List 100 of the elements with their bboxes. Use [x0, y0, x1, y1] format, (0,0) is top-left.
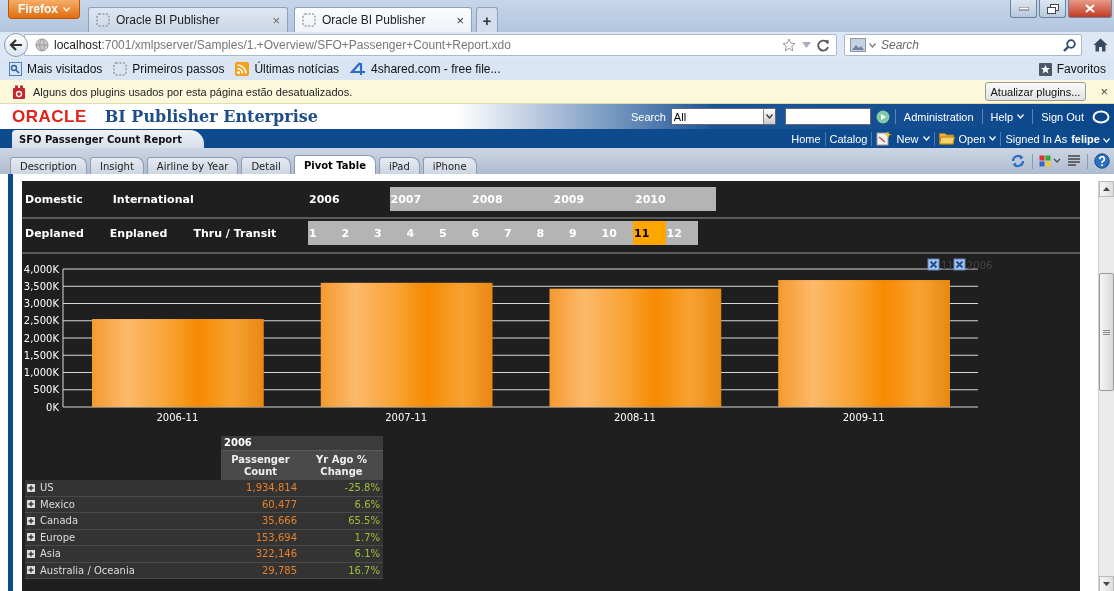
nav-link[interactable]: Catalog [829, 132, 868, 145]
caret-icon [989, 136, 997, 141]
restore-button[interactable] [1039, 0, 1066, 18]
go-icon[interactable] [875, 109, 890, 124]
search-input[interactable] [784, 108, 871, 125]
oracle-ring-icon [1092, 109, 1110, 124]
report-tab[interactable]: Pivot Table [293, 155, 376, 174]
report-tab[interactable]: Airline by Year [146, 157, 239, 174]
nav-link[interactable]: Open [938, 132, 997, 145]
expand-icon[interactable] [27, 500, 35, 509]
filter-link[interactable]: Enplaned [109, 226, 168, 240]
update-plugins-button[interactable]: Atualizar plugins... [984, 82, 1087, 101]
axis-label: 3,500K [23, 280, 59, 292]
expand-icon[interactable] [27, 549, 35, 558]
search-field[interactable]: Search [844, 34, 1082, 56]
column-header: Passenger Count [221, 450, 300, 480]
report-tab[interactable]: Detail [241, 157, 291, 174]
page-icon [96, 13, 110, 27]
legend-toggle-icon[interactable] [927, 258, 940, 271]
expand-icon[interactable] [27, 566, 35, 575]
refresh-icon[interactable] [1010, 153, 1026, 169]
axis-label: 1,000K [23, 367, 59, 378]
legend-toggle-icon[interactable] [953, 258, 966, 271]
category-label: 2007-11 [385, 412, 427, 423]
close-tab-button[interactable]: × [456, 12, 464, 28]
new-tab-button[interactable]: + [476, 7, 498, 32]
report-tab[interactable]: iPad [378, 157, 420, 174]
nav-link[interactable]: New [876, 131, 930, 146]
home-icon[interactable] [1093, 38, 1108, 52]
favorites-link[interactable]: Favoritos [1056, 62, 1106, 76]
bookmark-link[interactable]: Primeiros passos [132, 62, 225, 76]
site-icon [350, 62, 367, 76]
caret-icon [1017, 114, 1025, 119]
close-window-button[interactable] [1068, 0, 1112, 18]
row-header: Europe [40, 531, 76, 543]
user-menu[interactable]: felipe [1071, 132, 1110, 145]
month-filter[interactable]: 11 [633, 221, 666, 245]
caret-icon [1103, 137, 1110, 143]
table-cell: 35,666 [221, 513, 300, 530]
expand-icon[interactable] [27, 533, 35, 542]
scrollbar-thumb[interactable] [1099, 273, 1114, 391]
bookmark-link[interactable]: Mais visitados [27, 62, 103, 76]
caret-icon [869, 42, 876, 48]
filter-link[interactable]: Thru / Transit [193, 226, 277, 240]
axis-label: 2,000K [23, 332, 59, 344]
table-cell: 1,934,814 [221, 480, 300, 497]
search-icon[interactable] [1063, 38, 1076, 52]
search-scope-select[interactable]: All [670, 108, 776, 125]
close-tab-button[interactable]: × [272, 12, 280, 28]
signed-in-label: Signed In As [1005, 132, 1068, 145]
browser-tab[interactable]: Oracle BI Publisher × [294, 7, 472, 32]
axis-label: 1,500K [23, 349, 59, 361]
url-text: localhost:7001/xmlpserver/Samples/1.+Overview/SFO+Passenger+Count+Report.xdo [54, 38, 511, 52]
url-field[interactable]: localhost:7001/xmlpserver/Samples/1.+Overview/SFO+Passenger+Count+Report.xdo [24, 34, 837, 56]
row-header: US [40, 482, 54, 494]
scroll-down-button[interactable] [1099, 576, 1114, 591]
axis-label: 0K [46, 401, 59, 413]
down-arrow-icon [1103, 582, 1110, 586]
search-label: Search [631, 110, 666, 123]
column-header: Yr Ago % Change [300, 450, 383, 480]
bookmark-star-icon[interactable] [782, 38, 796, 52]
close-button[interactable]: × [1100, 84, 1108, 99]
caret-icon [765, 114, 773, 119]
back-arrow-icon [9, 39, 23, 51]
report-tab[interactable]: iPhone [422, 157, 477, 174]
filter-link[interactable]: International [112, 192, 194, 206]
row-header: Australia / Oceania [40, 564, 135, 576]
row-header: Asia [40, 548, 61, 560]
filter-link[interactable]: Deplaned [25, 226, 84, 240]
year-filter[interactable]: 2006 [308, 187, 390, 211]
expand-icon[interactable] [27, 516, 35, 525]
table-cell: 65.5% [300, 513, 383, 530]
header-link[interactable]: Administration [900, 110, 977, 123]
report-title-tab[interactable]: SFO Passenger Count Report [12, 130, 204, 148]
bookmark-link[interactable]: 4shared.com - free file... [371, 62, 501, 76]
report-tab[interactable]: Insight [89, 157, 144, 174]
axis-label: 4,000K [23, 263, 59, 275]
list-icon[interactable] [1067, 154, 1081, 168]
column-group-header: 2006 [221, 436, 383, 450]
view-options-icon[interactable] [1039, 153, 1061, 169]
expand-icon[interactable] [27, 483, 35, 492]
scroll-up-button[interactable] [1099, 181, 1114, 197]
restore-icon [1046, 3, 1059, 14]
nav-link[interactable]: Home [791, 132, 821, 145]
filter-link[interactable]: Domestic [25, 192, 83, 206]
browser-tab[interactable]: Oracle BI Publisher × [88, 7, 288, 32]
header-link[interactable]: Help [987, 110, 1028, 123]
bookmark-link[interactable]: Últimas notícias [254, 62, 340, 76]
search-input[interactable]: Search [879, 37, 1060, 53]
help-icon[interactable] [1094, 153, 1110, 169]
page-icon [302, 13, 316, 27]
reload-icon[interactable] [817, 38, 830, 52]
back-button[interactable] [4, 33, 28, 57]
bookmark-folder-icon [9, 62, 22, 76]
page-icon [113, 62, 128, 76]
row-header: Mexico [40, 498, 75, 510]
globe-icon [35, 38, 49, 52]
header-link[interactable]: Sign Out [1038, 110, 1087, 123]
report-tab[interactable]: Description [10, 157, 87, 174]
category-label: 2008-11 [614, 412, 656, 423]
